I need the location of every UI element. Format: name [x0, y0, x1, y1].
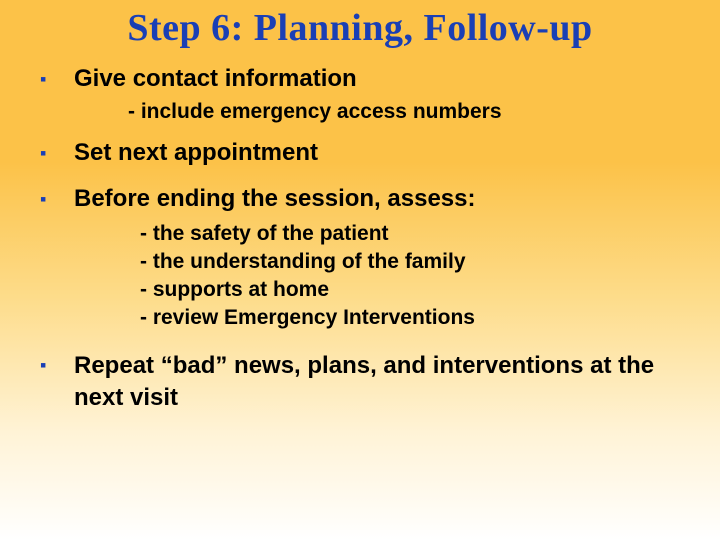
- bullet-item: ▪ Before ending the session, assess:: [40, 184, 680, 214]
- slide-title: Step 6: Planning, Follow-up: [0, 0, 720, 50]
- sub-bullet-text: - the safety of the patient: [140, 220, 680, 248]
- bullet-text: Before ending the session, assess:: [74, 184, 475, 214]
- sub-bullet-block: - the safety of the patient - the unders…: [140, 220, 680, 332]
- bullet-text: Set next appointment: [74, 138, 318, 168]
- sub-bullet-text: - review Emergency Interventions: [140, 304, 680, 332]
- square-bullet-icon: ▪: [40, 64, 74, 94]
- bullet-text: Repeat “bad” news, plans, and interventi…: [74, 350, 680, 414]
- sub-bullet-text: - supports at home: [140, 276, 680, 304]
- sub-bullet-text: - the understanding of the family: [140, 248, 680, 276]
- slide-body: ▪ Give contact information - include eme…: [0, 50, 720, 414]
- sub-bullet-text: - include emergency access numbers: [128, 100, 680, 124]
- bullet-item: ▪ Give contact information: [40, 64, 680, 94]
- square-bullet-icon: ▪: [40, 184, 74, 214]
- bullet-text: Give contact information: [74, 64, 357, 94]
- bullet-item: ▪ Set next appointment: [40, 138, 680, 168]
- square-bullet-icon: ▪: [40, 138, 74, 168]
- bullet-item: ▪ Repeat “bad” news, plans, and interven…: [40, 350, 680, 414]
- square-bullet-icon: ▪: [40, 350, 74, 380]
